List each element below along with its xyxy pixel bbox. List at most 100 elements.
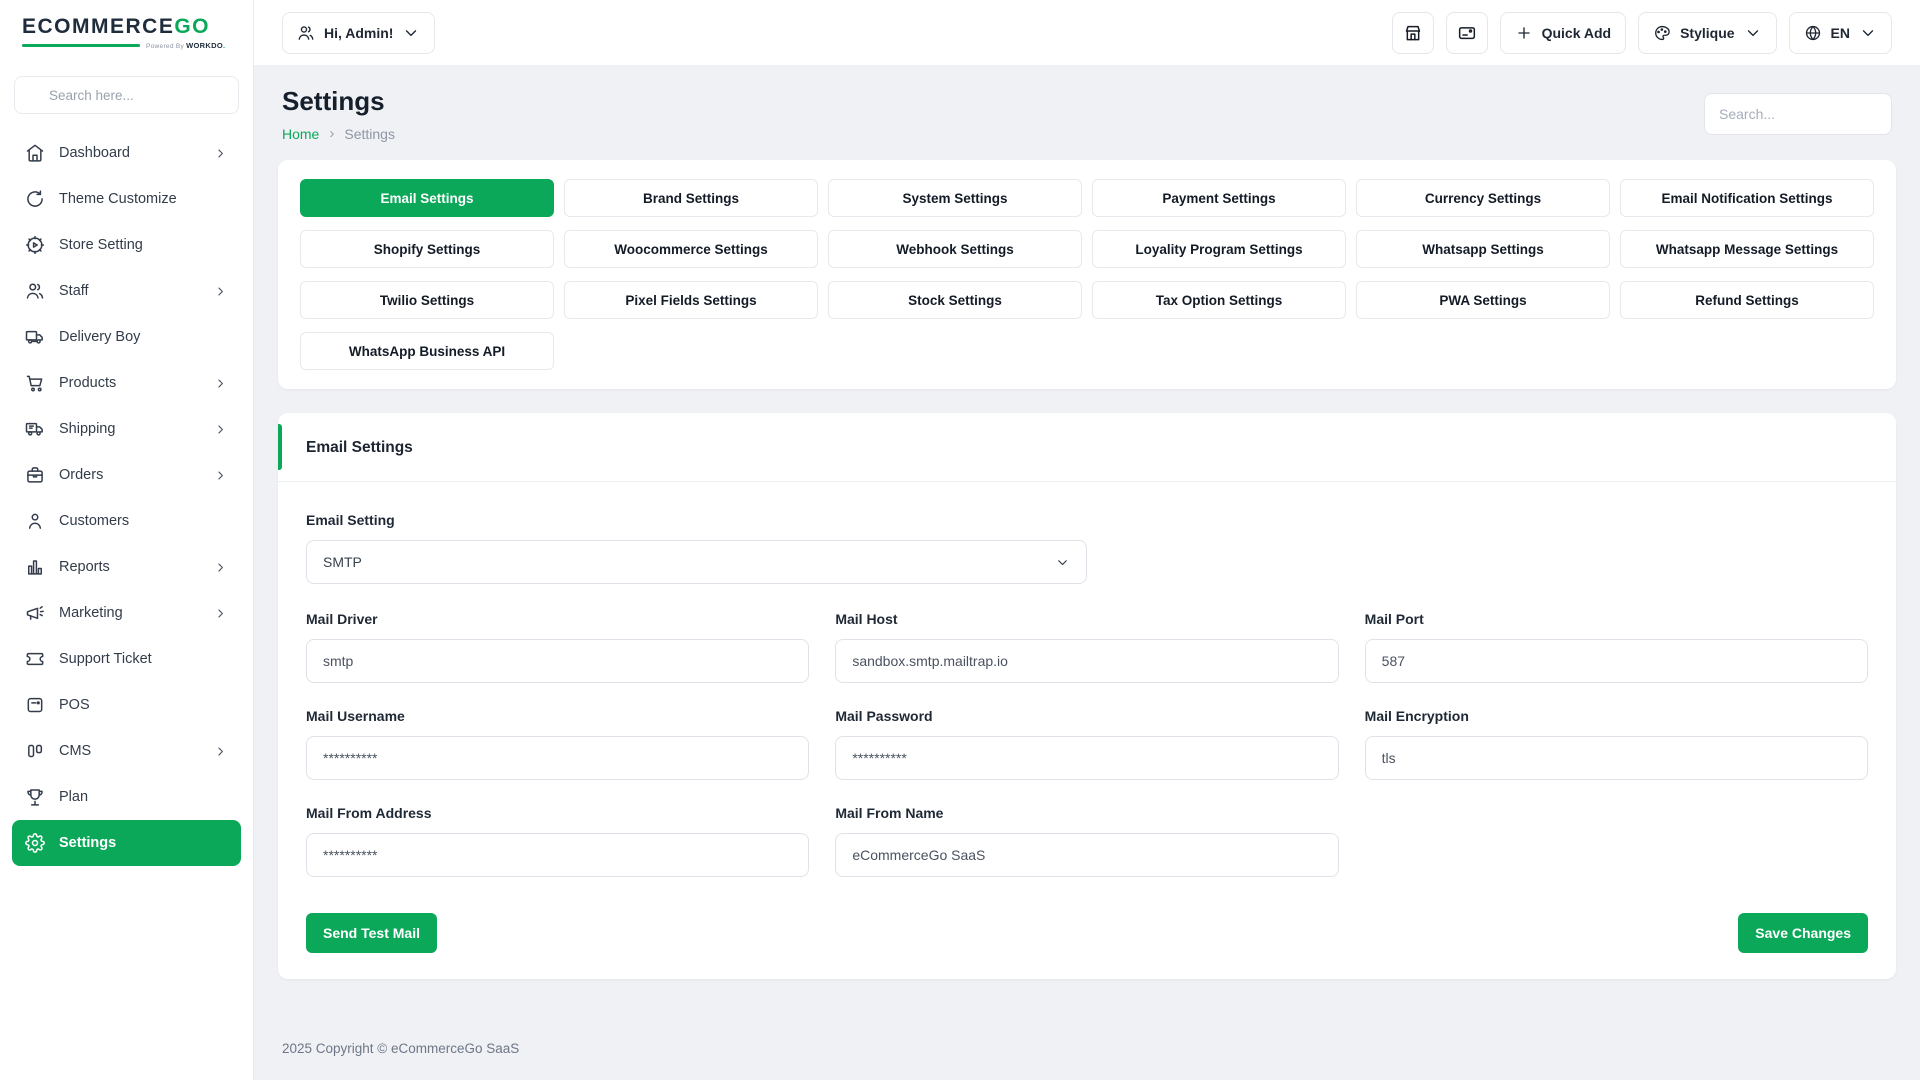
- sidebar-item-shipping[interactable]: Shipping: [12, 406, 241, 452]
- mail-from-address-label: Mail From Address: [306, 805, 809, 821]
- mail-encryption-label: Mail Encryption: [1365, 708, 1868, 724]
- sidebar-item-settings[interactable]: Settings: [12, 820, 241, 866]
- sidebar-item-theme-customize[interactable]: Theme Customize: [12, 176, 241, 222]
- mail-username-field: Mail Username: [306, 708, 809, 780]
- tab-currency-settings[interactable]: Currency Settings: [1356, 179, 1610, 217]
- tab-loyality-program-settings[interactable]: Loyality Program Settings: [1092, 230, 1346, 268]
- sidebar-item-delivery-boy[interactable]: Delivery Boy: [12, 314, 241, 360]
- mail-from-name-field: Mail From Name: [835, 805, 1338, 877]
- sidebar-item-marketing[interactable]: Marketing: [12, 590, 241, 636]
- tab-pixel-fields-settings[interactable]: Pixel Fields Settings: [564, 281, 818, 319]
- tab-twilio-settings[interactable]: Twilio Settings: [300, 281, 554, 319]
- sidebar-item-label: POS: [59, 697, 90, 713]
- mail-driver-input[interactable]: [306, 639, 809, 683]
- page-search: [1704, 93, 1892, 135]
- tab-stock-settings[interactable]: Stock Settings: [828, 281, 1082, 319]
- theme-style-button[interactable]: Stylique: [1638, 12, 1776, 54]
- sidebar-item-plan[interactable]: Plan: [12, 774, 241, 820]
- storefront-button[interactable]: [1392, 12, 1434, 54]
- page-search-input[interactable]: [1704, 93, 1892, 135]
- quick-add-button[interactable]: Quick Add: [1500, 12, 1627, 54]
- email-setting-value: SMTP: [323, 554, 362, 570]
- user-icon: [297, 24, 315, 42]
- tab-system-settings[interactable]: System Settings: [828, 179, 1082, 217]
- tab-shopify-settings[interactable]: Shopify Settings: [300, 230, 554, 268]
- settings-tabs-grid: Email Settings Brand Settings System Setti…: [300, 179, 1874, 370]
- chevron-right-icon: [213, 146, 228, 161]
- mail-username-input[interactable]: [306, 736, 809, 780]
- breadcrumb-home-link[interactable]: Home: [282, 126, 319, 142]
- sidebar-item-label: Marketing: [59, 605, 123, 621]
- store-setting-icon: [25, 235, 45, 255]
- sidebar-item-label: CMS: [59, 743, 91, 759]
- theme-customize-icon: [25, 189, 45, 209]
- plus-icon: [1515, 24, 1533, 42]
- mail-port-field: Mail Port: [1365, 611, 1868, 683]
- user-greeting: Hi, Admin!: [324, 25, 393, 41]
- chevron-down-icon: [1859, 24, 1877, 42]
- topbar: Hi, Admin! Quick Add Stylique EN: [254, 0, 1920, 66]
- sidebar-item-label: Plan: [59, 789, 88, 805]
- panel-header: Email Settings: [278, 413, 1896, 482]
- email-setting-label: Email Setting: [306, 512, 1868, 528]
- mail-encryption-input[interactable]: [1365, 736, 1868, 780]
- palette-icon: [1653, 24, 1671, 42]
- tab-email-notification-settings[interactable]: Email Notification Settings: [1620, 179, 1874, 217]
- sidebar-item-label: Reports: [59, 559, 110, 575]
- sidebar-item-staff[interactable]: Staff: [12, 268, 241, 314]
- sidebar-item-label: Delivery Boy: [59, 329, 140, 345]
- user-menu-button[interactable]: Hi, Admin!: [282, 12, 435, 54]
- tab-email-settings[interactable]: Email Settings: [300, 179, 554, 217]
- shipping-truck-icon: [25, 419, 45, 439]
- settings-gear-icon: [25, 833, 45, 853]
- tab-whatsapp-message-settings[interactable]: Whatsapp Message Settings: [1620, 230, 1874, 268]
- sidebar-item-store-setting[interactable]: Store Setting: [12, 222, 241, 268]
- mail-password-field: Mail Password: [835, 708, 1338, 780]
- sidebar-item-reports[interactable]: Reports: [12, 544, 241, 590]
- chevron-right-icon: [213, 284, 228, 299]
- email-setting-select[interactable]: SMTP: [306, 540, 1087, 584]
- sidebar-item-label: Store Setting: [59, 237, 143, 253]
- tab-refund-settings[interactable]: Refund Settings: [1620, 281, 1874, 319]
- sidebar-search-input[interactable]: [14, 76, 239, 114]
- mail-driver-label: Mail Driver: [306, 611, 809, 627]
- reports-chart-icon: [25, 557, 45, 577]
- tab-pwa-settings[interactable]: PWA Settings: [1356, 281, 1610, 319]
- save-changes-button[interactable]: Save Changes: [1738, 913, 1868, 953]
- plan-trophy-icon: [25, 787, 45, 807]
- theme-style-label: Stylique: [1680, 25, 1734, 41]
- brand-logo[interactable]: ECOMMERCEGO Powered By WORKDO.: [0, 0, 253, 66]
- sidebar-item-dashboard[interactable]: Dashboard: [12, 130, 241, 176]
- quick-add-label: Quick Add: [1542, 25, 1612, 41]
- tab-whatsapp-business-api[interactable]: WhatsApp Business API: [300, 332, 554, 370]
- mail-host-label: Mail Host: [835, 611, 1338, 627]
- mail-username-label: Mail Username: [306, 708, 809, 724]
- mail-host-input[interactable]: [835, 639, 1338, 683]
- tab-whatsapp-settings[interactable]: Whatsapp Settings: [1356, 230, 1610, 268]
- products-cart-icon: [25, 373, 45, 393]
- send-test-mail-button[interactable]: Send Test Mail: [306, 913, 437, 953]
- breadcrumb-separator: ›: [329, 125, 334, 142]
- mail-port-input[interactable]: [1365, 639, 1868, 683]
- mail-password-input[interactable]: [835, 736, 1338, 780]
- chevron-right-icon: [213, 560, 228, 575]
- language-button[interactable]: EN: [1789, 12, 1892, 54]
- tab-woocommerce-settings[interactable]: Woocommerce Settings: [564, 230, 818, 268]
- customers-person-icon: [25, 511, 45, 531]
- sidebar-item-support-ticket[interactable]: Support Ticket: [12, 636, 241, 682]
- tab-brand-settings[interactable]: Brand Settings: [564, 179, 818, 217]
- tab-payment-settings[interactable]: Payment Settings: [1092, 179, 1346, 217]
- tab-tax-option-settings[interactable]: Tax Option Settings: [1092, 281, 1346, 319]
- mail-from-address-input[interactable]: [306, 833, 809, 877]
- mail-from-address-field: Mail From Address: [306, 805, 809, 877]
- chevron-right-icon: [213, 744, 228, 759]
- mail-from-name-input[interactable]: [835, 833, 1338, 877]
- sidebar-item-orders[interactable]: Orders: [12, 452, 241, 498]
- sidebar-item-pos[interactable]: POS: [12, 682, 241, 728]
- email-templates-button[interactable]: [1446, 12, 1488, 54]
- sidebar-item-cms[interactable]: CMS: [12, 728, 241, 774]
- sidebar-item-customers[interactable]: Customers: [12, 498, 241, 544]
- tab-webhook-settings[interactable]: Webhook Settings: [828, 230, 1082, 268]
- sidebar-item-products[interactable]: Products: [12, 360, 241, 406]
- chevron-right-icon: [213, 468, 228, 483]
